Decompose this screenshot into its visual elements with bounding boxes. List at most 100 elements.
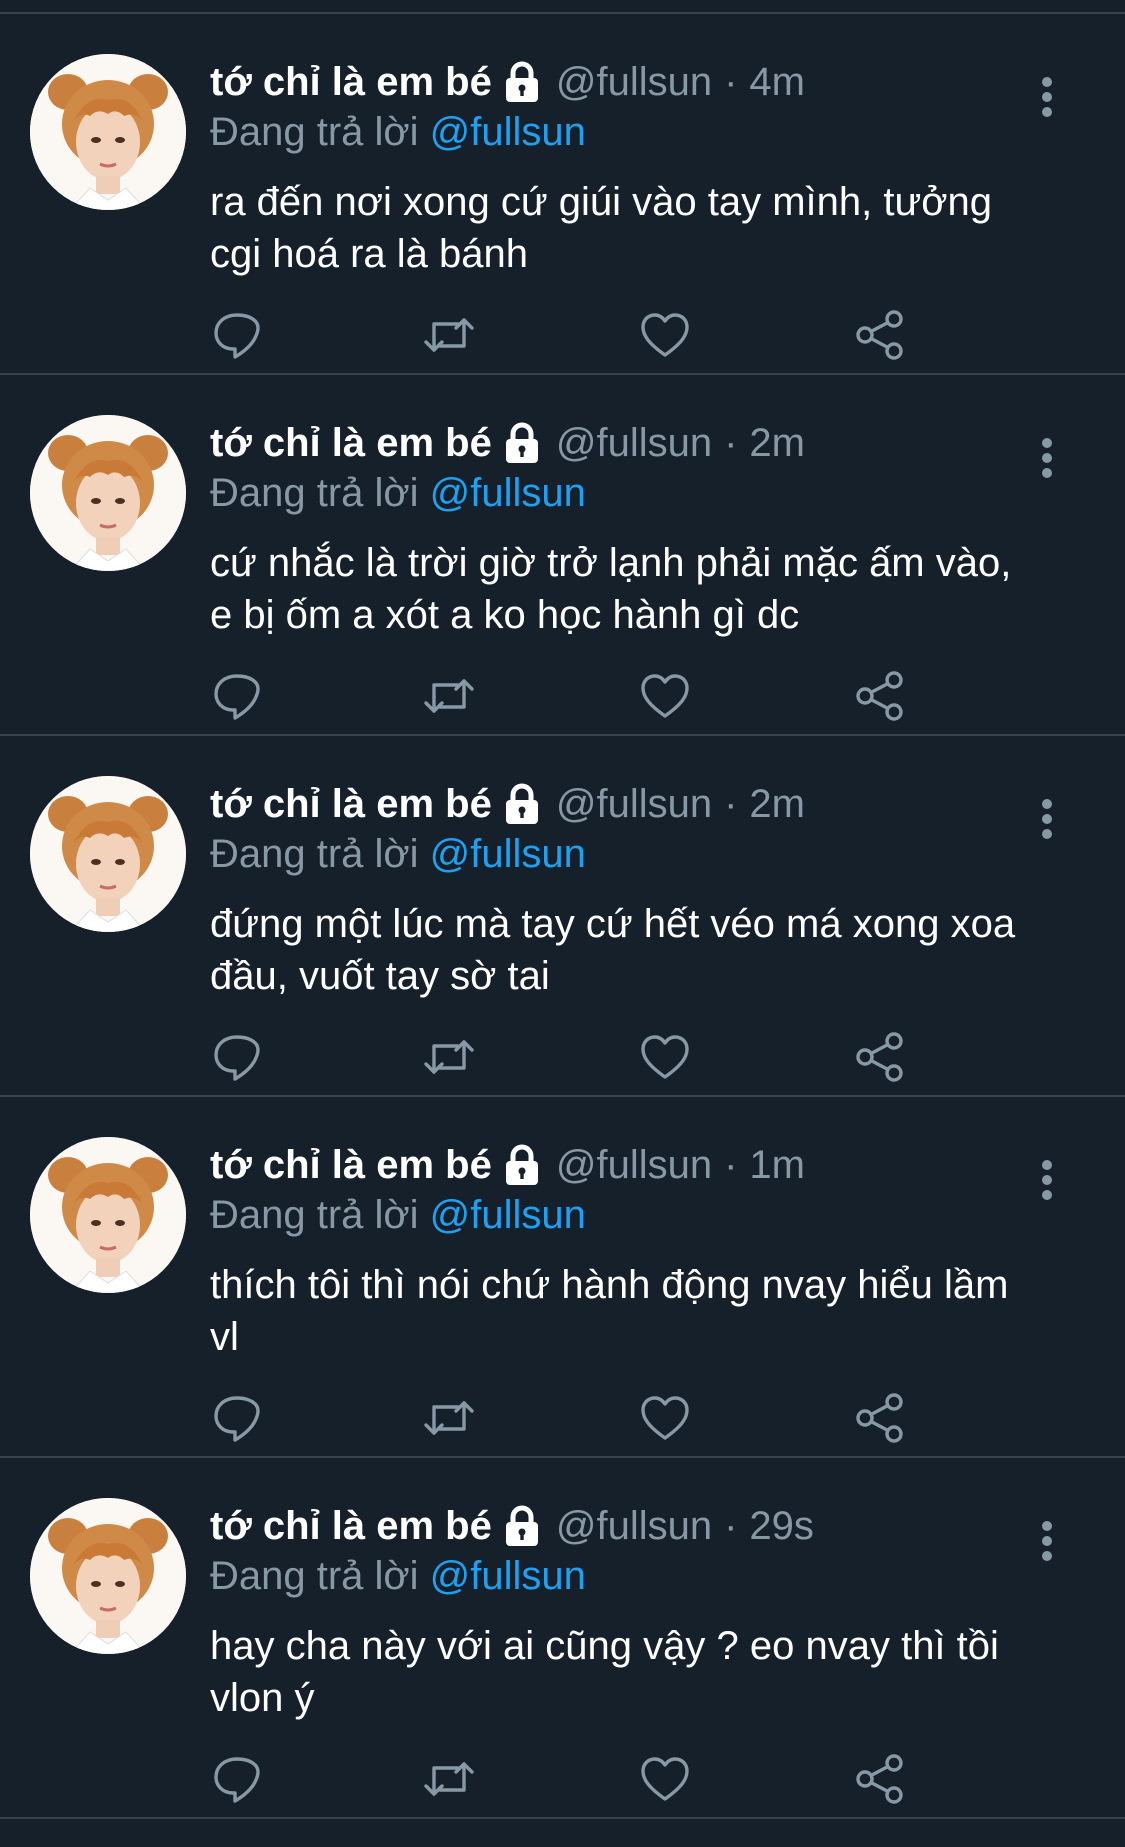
tweet-actions: [210, 1030, 910, 1086]
display-name[interactable]: tớ chỉ là em bé: [210, 1500, 492, 1552]
avatar-image: [30, 415, 186, 571]
tweet-header: tớ chỉ là em bé @fullsun · 2m: [210, 417, 1040, 469]
retweet-icon[interactable]: [422, 1391, 476, 1445]
separator-dot: ·: [724, 421, 738, 465]
timestamp[interactable]: 29s: [749, 1500, 814, 1552]
display-name[interactable]: tớ chỉ là em bé: [210, 778, 492, 830]
retweet-icon[interactable]: [422, 308, 476, 362]
avatar-image: [30, 1498, 186, 1654]
more-vertical-icon[interactable]: [1039, 437, 1055, 479]
replying-to: Đang trả lời @fullsun: [210, 1552, 1040, 1600]
replying-to: Đang trả lời @fullsun: [210, 108, 1040, 156]
mention-link[interactable]: @fullsun: [430, 832, 586, 876]
retweet-icon[interactable]: [422, 669, 476, 723]
more-vertical-icon[interactable]: [1039, 76, 1055, 118]
lock-icon: [502, 61, 542, 103]
tweet-actions: [210, 1391, 910, 1447]
mention-link[interactable]: @fullsun: [430, 471, 586, 515]
like-icon[interactable]: [638, 1391, 692, 1445]
replying-to: Đang trả lời @fullsun: [210, 469, 1040, 517]
separator-dot: ·: [724, 60, 738, 104]
tweet-content: tớ chỉ là em bé @fullsun · 2m Đang trả l…: [210, 417, 1040, 641]
replying-to-label: Đang trả lời: [210, 110, 419, 154]
mention-link[interactable]: @fullsun: [430, 1193, 586, 1237]
replying-to-label: Đang trả lời: [210, 1554, 419, 1598]
timestamp[interactable]: 1m: [749, 1139, 805, 1191]
replying-to-label: Đang trả lời: [210, 471, 419, 515]
user-handle[interactable]: @fullsun: [556, 1139, 712, 1191]
user-handle[interactable]: @fullsun: [556, 417, 712, 469]
reply-icon[interactable]: [210, 1030, 264, 1084]
tweet-text: hay cha này với ai cũng vậy ? eo nvay th…: [210, 1624, 999, 1720]
retweet-icon[interactable]: [422, 1030, 476, 1084]
share-icon[interactable]: [853, 1391, 907, 1445]
tweet-content: tớ chỉ là em bé @fullsun · 4m Đang trả l…: [210, 56, 1040, 280]
more-vertical-icon[interactable]: [1039, 1520, 1055, 1562]
tweet-4[interactable]: tớ chỉ là em bé @fullsun · 1m Đang trả l…: [0, 1097, 1125, 1458]
lock-icon: [502, 422, 542, 464]
top-divider: [0, 0, 1125, 14]
replying-to-label: Đang trả lời: [210, 832, 419, 876]
lock-icon: [502, 1144, 542, 1186]
separator-dot: ·: [724, 782, 738, 826]
share-icon[interactable]: [853, 308, 907, 362]
tweet-text: ra đến nơi xong cứ giúi vào tay mình, tư…: [210, 180, 992, 276]
tweet-5[interactable]: tớ chỉ là em bé @fullsun · 29s Đang trả …: [0, 1458, 1125, 1819]
tweet-list: tớ chỉ là em bé @fullsun · 4m Đang trả l…: [0, 14, 1125, 1819]
avatar[interactable]: [30, 415, 186, 571]
replying-to-label: Đang trả lời: [210, 1193, 419, 1237]
tweet-header: tớ chỉ là em bé @fullsun · 1m: [210, 1139, 1040, 1191]
avatar[interactable]: [30, 776, 186, 932]
reply-icon[interactable]: [210, 308, 264, 362]
tweet-content: tớ chỉ là em bé @fullsun · 2m Đang trả l…: [210, 778, 1040, 1002]
tweet-actions: [210, 308, 910, 364]
mention-link[interactable]: @fullsun: [430, 1554, 586, 1598]
like-icon[interactable]: [638, 308, 692, 362]
more-vertical-icon[interactable]: [1039, 798, 1055, 840]
share-icon[interactable]: [853, 669, 907, 723]
separator-dot: ·: [724, 1504, 738, 1548]
like-icon[interactable]: [638, 669, 692, 723]
like-icon[interactable]: [638, 1030, 692, 1084]
share-icon[interactable]: [853, 1030, 907, 1084]
lock-icon: [502, 1505, 542, 1547]
retweet-icon[interactable]: [422, 1752, 476, 1806]
timestamp[interactable]: 2m: [749, 417, 805, 469]
user-handle[interactable]: @fullsun: [556, 56, 712, 108]
timestamp[interactable]: 2m: [749, 778, 805, 830]
more-vertical-icon[interactable]: [1039, 1159, 1055, 1201]
timestamp[interactable]: 4m: [749, 56, 805, 108]
avatar[interactable]: [30, 1137, 186, 1293]
separator-dot: ·: [724, 1143, 738, 1187]
avatar[interactable]: [30, 54, 186, 210]
tweet-actions: [210, 669, 910, 725]
user-handle[interactable]: @fullsun: [556, 778, 712, 830]
tweet-header: tớ chỉ là em bé @fullsun · 29s: [210, 1500, 1040, 1552]
tweet-actions: [210, 1752, 910, 1808]
replying-to: Đang trả lời @fullsun: [210, 1191, 1040, 1239]
avatar[interactable]: [30, 1498, 186, 1654]
tweet-1[interactable]: tớ chỉ là em bé @fullsun · 4m Đang trả l…: [0, 14, 1125, 375]
tweet-content: tớ chỉ là em bé @fullsun · 29s Đang trả …: [210, 1500, 1040, 1724]
display-name[interactable]: tớ chỉ là em bé: [210, 56, 492, 108]
share-icon[interactable]: [853, 1752, 907, 1806]
tweet-text: đứng một lúc mà tay cứ hết véo má xong x…: [210, 902, 1016, 998]
tweet-2[interactable]: tớ chỉ là em bé @fullsun · 2m Đang trả l…: [0, 375, 1125, 736]
tweet-header: tớ chỉ là em bé @fullsun · 4m: [210, 56, 1040, 108]
lock-icon: [502, 783, 542, 825]
avatar-image: [30, 54, 186, 210]
avatar-image: [30, 776, 186, 932]
tweet-text: thích tôi thì nói chứ hành động nvay hiể…: [210, 1263, 1009, 1359]
display-name[interactable]: tớ chỉ là em bé: [210, 1139, 492, 1191]
tweet-3[interactable]: tớ chỉ là em bé @fullsun · 2m Đang trả l…: [0, 736, 1125, 1097]
like-icon[interactable]: [638, 1752, 692, 1806]
user-handle[interactable]: @fullsun: [556, 1500, 712, 1552]
reply-icon[interactable]: [210, 1391, 264, 1445]
replying-to: Đang trả lời @fullsun: [210, 830, 1040, 878]
tweet-text: cứ nhắc là trời giờ trở lạnh phải mặc ấm…: [210, 541, 1012, 637]
reply-icon[interactable]: [210, 1752, 264, 1806]
display-name[interactable]: tớ chỉ là em bé: [210, 417, 492, 469]
reply-icon[interactable]: [210, 669, 264, 723]
avatar-image: [30, 1137, 186, 1293]
mention-link[interactable]: @fullsun: [430, 110, 586, 154]
